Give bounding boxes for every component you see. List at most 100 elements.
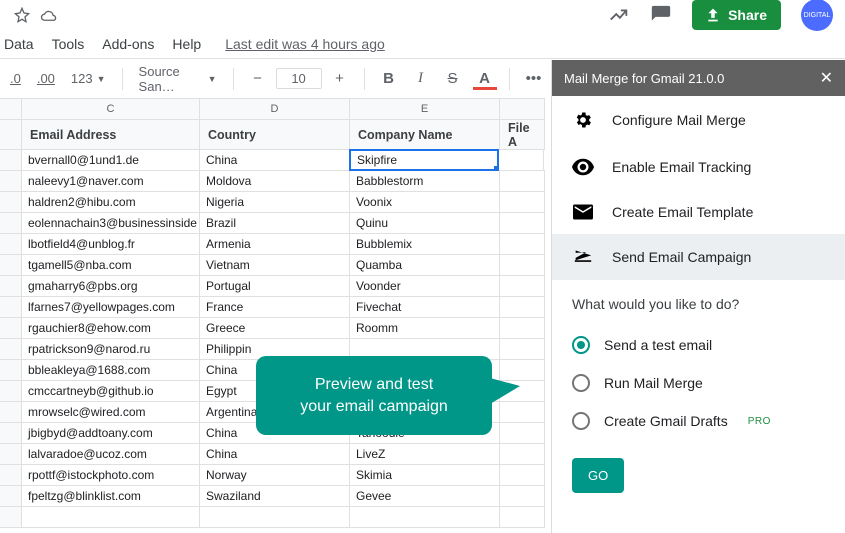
table-row[interactable]: tgamell5@nba.comVietnamQuamba	[0, 255, 545, 276]
share-button[interactable]: Share	[692, 0, 781, 30]
cell-company[interactable]: Quamba	[350, 255, 500, 275]
cell-email[interactable]	[22, 507, 200, 527]
table-row[interactable]: naleevy1@naver.comMoldovaBabblestorm	[0, 171, 545, 192]
cell-company[interactable]: Skipfire	[349, 149, 499, 171]
table-row[interactable]: rgauchier8@ehow.comGreeceRoomm	[0, 318, 545, 339]
cell-country[interactable]: Moldova	[200, 171, 350, 191]
cell-file[interactable]	[500, 171, 545, 191]
star-icon[interactable]	[14, 7, 30, 23]
cell-country[interactable]: China	[200, 150, 350, 170]
column-d[interactable]: D	[200, 99, 350, 119]
menu-help[interactable]: Help	[172, 36, 201, 52]
more-toolbar-button[interactable]: •••	[520, 65, 548, 93]
cell-company[interactable]: Voonix	[350, 192, 500, 212]
header-email[interactable]: Email Address	[22, 120, 200, 149]
cell-file[interactable]	[500, 276, 545, 296]
cell-email[interactable]: lalvaradoe@ucoz.com	[22, 444, 200, 464]
table-row[interactable]: bvernall0@1und1.deChinaSkipfire	[0, 150, 545, 171]
font-size-decrease[interactable]: −	[244, 65, 272, 93]
last-edit[interactable]: Last edit was 4 hours ago	[225, 36, 385, 52]
cell-company[interactable]: Bubblemix	[350, 234, 500, 254]
cell-company[interactable]: Babblestorm	[350, 171, 500, 191]
cell-file[interactable]	[500, 318, 545, 338]
cell-email[interactable]: bvernall0@1und1.de	[22, 150, 200, 170]
cell-company[interactable]: Voonder	[350, 276, 500, 296]
cell-company[interactable]: Quinu	[350, 213, 500, 233]
font-family-dropdown[interactable]: Source San… ▼	[133, 60, 223, 98]
table-row[interactable]: haldren2@hibu.comNigeriaVoonix	[0, 192, 545, 213]
sidebar-item-send[interactable]: Send Email Campaign	[552, 234, 845, 280]
spreadsheet-area[interactable]: C D E Email Address Country Company Name…	[0, 98, 545, 533]
text-color-button[interactable]: A	[471, 65, 499, 93]
table-row[interactable]: lbotfield4@unblog.frArmeniaBubblemix	[0, 234, 545, 255]
header-country[interactable]: Country	[200, 120, 350, 149]
cell-file[interactable]	[500, 234, 545, 254]
font-size-increase[interactable]: +	[326, 65, 354, 93]
cell-country[interactable]: Armenia	[200, 234, 350, 254]
cell-email[interactable]: fpeltzg@blinklist.com	[22, 486, 200, 506]
cell-country[interactable]: Norway	[200, 465, 350, 485]
cell-email[interactable]: bbleakleya@1688.com	[22, 360, 200, 380]
bold-button[interactable]: B	[375, 65, 403, 93]
header-file[interactable]: File A	[500, 120, 545, 149]
cell-file[interactable]	[500, 339, 545, 359]
table-row[interactable]: rpottf@istockphoto.comNorwaySkimia	[0, 465, 545, 486]
sidebar-item-template[interactable]: Create Email Template	[552, 190, 845, 234]
cell-file[interactable]	[500, 423, 545, 443]
avatar[interactable]: DIGITAL	[801, 0, 833, 31]
menu-data[interactable]: Data	[4, 36, 34, 52]
cell-company[interactable]: Roomm	[350, 318, 500, 338]
cell-country[interactable]: Brazil	[200, 213, 350, 233]
cell-file[interactable]	[500, 402, 545, 422]
decimal-decrease[interactable]: .0	[4, 67, 27, 90]
cell-email[interactable]: rpottf@istockphoto.com	[22, 465, 200, 485]
cell-email[interactable]: tgamell5@nba.com	[22, 255, 200, 275]
cell-company[interactable]: Skimia	[350, 465, 500, 485]
option-send-test[interactable]: Send a test email	[572, 326, 825, 364]
cell-email[interactable]: gmaharry6@pbs.org	[22, 276, 200, 296]
table-row[interactable]	[0, 507, 545, 528]
cell-company[interactable]: Gevee	[350, 486, 500, 506]
go-button[interactable]: GO	[572, 458, 624, 493]
cell-file[interactable]	[500, 465, 545, 485]
cell-company[interactable]: LiveZ	[350, 444, 500, 464]
cell-email[interactable]: eolennachain3@businessinside	[22, 213, 200, 233]
cell-file[interactable]	[500, 255, 545, 275]
close-icon[interactable]: ✕	[820, 68, 833, 88]
cell-email[interactable]: rgauchier8@ehow.com	[22, 318, 200, 338]
cell-country[interactable]: Greece	[200, 318, 350, 338]
sidebar-item-tracking[interactable]: Enable Email Tracking	[552, 144, 845, 190]
cell-file[interactable]	[500, 444, 545, 464]
cell-country[interactable]: Swaziland	[200, 486, 350, 506]
cell-email[interactable]: jbigbyd@addtoany.com	[22, 423, 200, 443]
comments-icon[interactable]	[650, 4, 672, 26]
cell-file[interactable]	[500, 486, 545, 506]
table-row[interactable]: lalvaradoe@ucoz.comChinaLiveZ	[0, 444, 545, 465]
cell-email[interactable]: lbotfield4@unblog.fr	[22, 234, 200, 254]
table-row[interactable]: gmaharry6@pbs.orgPortugalVoonder	[0, 276, 545, 297]
table-row[interactable]: lfarnes7@yellowpages.comFranceFivechat	[0, 297, 545, 318]
cell-country[interactable]: Vietnam	[200, 255, 350, 275]
column-e[interactable]: E	[350, 99, 500, 119]
cell-file[interactable]	[500, 297, 545, 317]
cell-email[interactable]: cmccartneyb@github.io	[22, 381, 200, 401]
cell-country[interactable]: Nigeria	[200, 192, 350, 212]
cell-country[interactable]: France	[200, 297, 350, 317]
cell-file[interactable]	[499, 150, 544, 170]
table-row[interactable]: fpeltzg@blinklist.comSwazilandGevee	[0, 486, 545, 507]
header-company[interactable]: Company Name	[350, 120, 500, 149]
strikethrough-button[interactable]: S	[439, 65, 467, 93]
column-c[interactable]: C	[22, 99, 200, 119]
corner[interactable]	[0, 99, 22, 119]
column-f[interactable]	[500, 99, 545, 119]
cell-company[interactable]	[350, 507, 500, 527]
decimal-increase[interactable]: .00	[31, 67, 61, 90]
menu-tools[interactable]: Tools	[52, 36, 85, 52]
table-row[interactable]: eolennachain3@businessinsideBrazilQuinu	[0, 213, 545, 234]
font-size-field[interactable]: 10	[276, 68, 322, 89]
trend-icon[interactable]	[608, 4, 630, 26]
cell-file[interactable]	[500, 360, 545, 380]
cell-country[interactable]: Portugal	[200, 276, 350, 296]
cell-email[interactable]: haldren2@hibu.com	[22, 192, 200, 212]
cell-country[interactable]: China	[200, 444, 350, 464]
